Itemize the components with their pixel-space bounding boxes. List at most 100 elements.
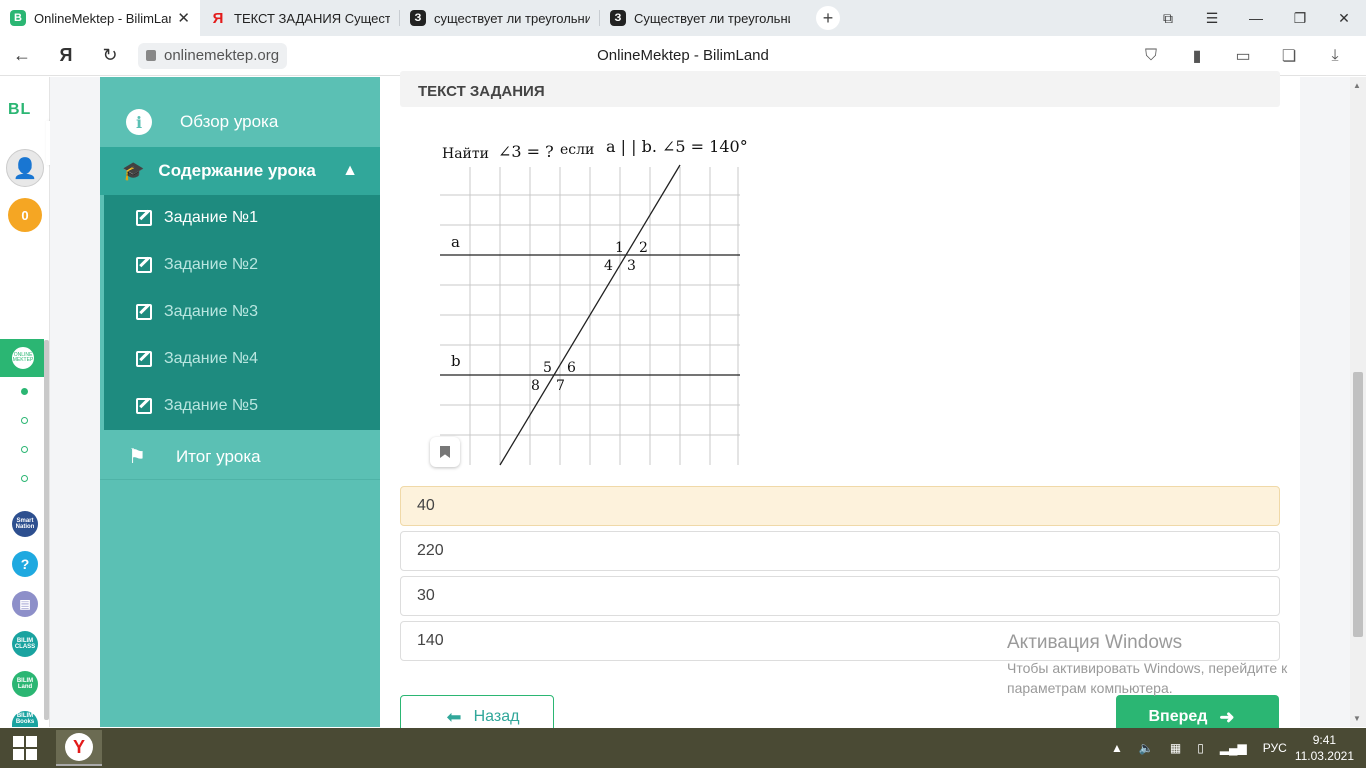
onlinemektep-icon[interactable]: ONLINE MEKTEP bbox=[10, 345, 36, 371]
task-item-3[interactable]: Задание №3 bbox=[136, 297, 258, 327]
download-icon[interactable]: ⤓ bbox=[1312, 47, 1358, 65]
browser-tab-bar: B OnlineMektep - BilimLand ✕ Я ТЕКСТ ЗАД… bbox=[0, 0, 1366, 36]
page-scrollbar[interactable]: ▲ ▼ bbox=[1350, 77, 1366, 727]
arrow-left-icon: ⬅ bbox=[446, 706, 462, 727]
scroll-down-icon[interactable]: ▼ bbox=[1353, 714, 1361, 723]
task-label: Задание №1 bbox=[164, 209, 258, 226]
windows-taskbar: Y ▲ 🔈 ▦ ▯ ▂▄▆ РУС 9:41 11.03.2021 bbox=[0, 728, 1366, 768]
volume-icon[interactable]: 🔈 bbox=[1139, 741, 1154, 755]
browser-menu-icon[interactable]: ☰ bbox=[1190, 0, 1234, 36]
lesson-summary-item[interactable]: ⚑ Итог урока bbox=[100, 434, 380, 480]
keyboard-icon[interactable]: ▤ bbox=[12, 591, 38, 617]
answer-option-2[interactable]: 220 bbox=[400, 531, 1280, 571]
bilimland-icon[interactable]: BILIM Land bbox=[12, 671, 38, 697]
task-item-1[interactable]: Задание №1 bbox=[136, 203, 258, 233]
bilim-books-icon[interactable]: BILIM Books bbox=[12, 711, 38, 727]
znanija-favicon-icon: З bbox=[410, 10, 426, 26]
start-button[interactable] bbox=[0, 728, 50, 768]
angle-label-3: 3 bbox=[627, 258, 636, 274]
angle-label-6: 6 bbox=[567, 360, 576, 376]
task-item-5[interactable]: Задание №5 bbox=[136, 391, 258, 421]
task-list: Задание №1 Задание №2 Задание №3 Задание… bbox=[104, 195, 380, 430]
collections-icon[interactable]: ❏ bbox=[1266, 46, 1312, 66]
tab-title: OnlineMektep - BilimLand bbox=[34, 10, 172, 26]
angle-label-7: 7 bbox=[556, 378, 565, 394]
tabs-menu-icon[interactable]: ⧉ bbox=[1146, 0, 1190, 36]
task-header: ТЕКСТ ЗАДАНИЯ bbox=[400, 71, 1280, 107]
lesson-overview-item[interactable]: i Обзор урока bbox=[100, 97, 380, 147]
next-label: Вперед bbox=[1148, 708, 1208, 725]
nav-dot[interactable] bbox=[21, 388, 28, 395]
battery-tray-icon[interactable]: ▯ bbox=[1197, 741, 1204, 755]
yandex-favicon-icon: Я bbox=[212, 9, 224, 27]
smart-nation-icon[interactable]: Smart Nation bbox=[12, 511, 38, 537]
network-icon[interactable]: ▦ bbox=[1170, 741, 1181, 755]
arrow-right-icon: ➜ bbox=[1219, 706, 1235, 727]
nav-dot[interactable] bbox=[21, 417, 28, 424]
help-icon[interactable]: ? bbox=[12, 551, 38, 577]
prompt-condition: a | | b. ∠5 = 140° bbox=[606, 137, 748, 156]
edit-icon bbox=[136, 210, 152, 226]
tab-onlinemektep[interactable]: B OnlineMektep - BilimLand ✕ bbox=[0, 0, 200, 36]
minimize-button[interactable]: — bbox=[1234, 0, 1278, 36]
clock[interactable]: 9:41 11.03.2021 bbox=[1295, 732, 1354, 764]
bookmark-icon[interactable]: ▮ bbox=[1174, 46, 1220, 66]
scroll-thumb[interactable] bbox=[1353, 372, 1363, 637]
close-window-button[interactable]: ✕ bbox=[1322, 0, 1366, 36]
tab-title: ТЕКСТ ЗАДАНИЯ Существ bbox=[234, 10, 390, 26]
task-label: Задание №4 bbox=[164, 350, 258, 367]
angle-label-5: 5 bbox=[543, 360, 552, 376]
task-label: Задание №2 bbox=[164, 256, 258, 273]
lesson-content-item[interactable]: 🎓 Содержание урока ▲ bbox=[100, 147, 380, 195]
bl-logo[interactable]: BL bbox=[8, 101, 31, 119]
lesson-overview-label: Обзор урока bbox=[180, 112, 279, 131]
tab-yandex-search[interactable]: Я ТЕКСТ ЗАДАНИЯ Существ bbox=[200, 0, 400, 36]
address-bar: ← Я ↻ onlinemektep.org OnlineMektep - Bi… bbox=[0, 36, 1366, 76]
show-hidden-icons-icon[interactable]: ▲ bbox=[1111, 741, 1123, 755]
edit-icon bbox=[136, 304, 152, 320]
back-label: Назад bbox=[473, 708, 520, 725]
lesson-summary-label: Итог урока bbox=[175, 446, 261, 466]
nav-dot[interactable] bbox=[21, 446, 28, 453]
line-a-label: a bbox=[451, 233, 460, 251]
answer-option-3[interactable]: 30 bbox=[400, 576, 1280, 616]
tab-znanija-2[interactable]: З Существует ли треугольни bbox=[600, 0, 800, 36]
znanija-favicon-icon: З bbox=[610, 10, 626, 26]
new-tab-button[interactable]: + bbox=[816, 6, 840, 30]
task-item-4[interactable]: Задание №4 bbox=[136, 344, 258, 374]
yandex-logo-icon[interactable]: Я bbox=[44, 36, 88, 76]
rail-scrollbar[interactable] bbox=[44, 340, 49, 720]
reload-icon[interactable]: ↻ bbox=[88, 36, 132, 76]
watermark-line: Чтобы активировать Windows, перейдите к bbox=[1007, 660, 1288, 676]
tab-znanija-1[interactable]: З существует ли треугольни bbox=[400, 0, 600, 36]
flag-icon: ⚑ bbox=[128, 446, 146, 468]
task-panel: ТЕКСТ ЗАДАНИЯ Найти ∠3 = ? если a | | b.… bbox=[380, 71, 1300, 739]
back-arrow-icon[interactable]: ← bbox=[0, 36, 44, 76]
scroll-up-icon[interactable]: ▲ bbox=[1353, 81, 1361, 90]
system-tray: ▲ 🔈 ▦ ▯ ▂▄▆ РУС 9:41 11.03.2021 bbox=[1103, 728, 1366, 768]
protect-icon[interactable]: ⛉ bbox=[1128, 47, 1174, 65]
close-tab-icon[interactable]: ✕ bbox=[177, 9, 190, 27]
maximize-button[interactable]: ❐ bbox=[1278, 0, 1322, 36]
prompt-if: если bbox=[560, 142, 594, 158]
bilim-class-icon[interactable]: BILIM CLASS bbox=[12, 631, 38, 657]
signal-icon[interactable]: ▂▄▆ bbox=[1220, 741, 1247, 755]
angle-label-1: 1 bbox=[615, 240, 624, 256]
task-item-2[interactable]: Задание №2 bbox=[136, 250, 258, 280]
tab-title: существует ли треугольни bbox=[434, 10, 590, 26]
answer-option-1[interactable]: 40 bbox=[400, 486, 1280, 526]
url-field[interactable]: onlinemektep.org bbox=[138, 42, 288, 69]
coin-counter[interactable]: 0 bbox=[8, 198, 42, 232]
task-label: Задание №5 bbox=[164, 397, 258, 414]
line-b-label: b bbox=[451, 352, 461, 370]
nav-dot[interactable] bbox=[21, 475, 28, 482]
bookmark-button[interactable] bbox=[430, 437, 460, 467]
watermark-line: параметрам компьютера. bbox=[1007, 680, 1173, 696]
chevron-up-icon: ▲ bbox=[342, 162, 358, 179]
yandex-browser-icon: Y bbox=[65, 733, 93, 761]
language-indicator[interactable]: РУС bbox=[1263, 741, 1287, 755]
avatar[interactable]: 👤 bbox=[6, 149, 44, 187]
taskbar-yandex-browser[interactable]: Y bbox=[56, 730, 102, 766]
lock-icon bbox=[146, 50, 156, 61]
clock-date: 11.03.2021 bbox=[1294, 749, 1354, 763]
